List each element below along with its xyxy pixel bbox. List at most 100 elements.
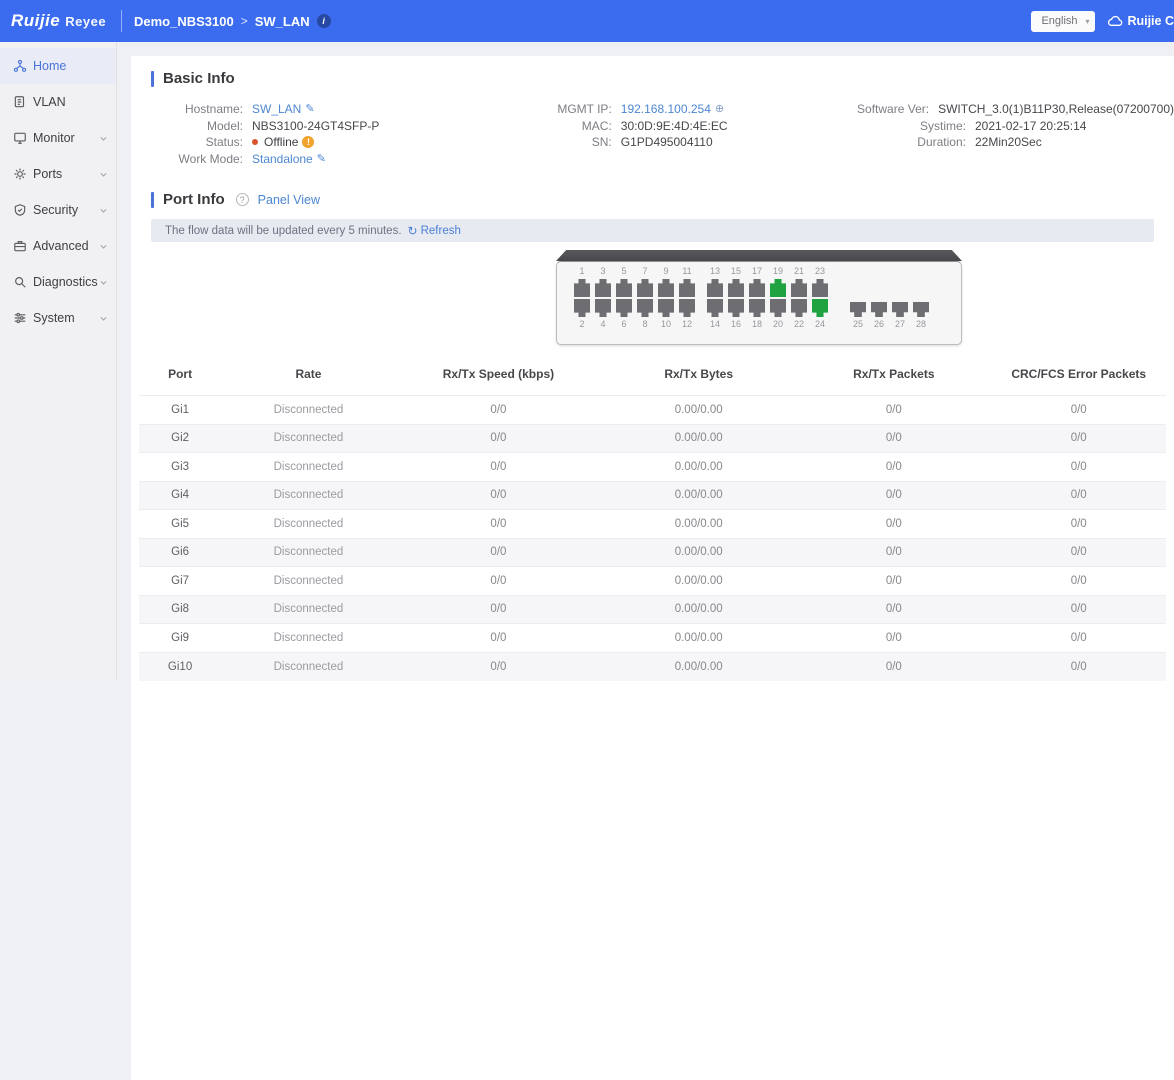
ruijie-cloud-link[interactable]: Ruijie C: [1107, 14, 1174, 28]
cell-port: Gi4: [139, 481, 221, 510]
advanced-briefcase-icon: [13, 239, 27, 253]
cell-port: Gi10: [139, 652, 221, 681]
panel-port-28[interactable]: [913, 302, 929, 317]
info-value: Offline: [264, 134, 298, 151]
cell-speed: 0/0: [396, 624, 601, 653]
sidebar-item-home[interactable]: Home: [0, 48, 116, 84]
panel-port-16[interactable]: [728, 299, 744, 317]
language-select[interactable]: English ▾: [1031, 11, 1095, 32]
refresh-link[interactable]: ↻ Refresh: [408, 224, 461, 238]
info-field: Work Mode: Standalone✎: [151, 151, 510, 168]
panel-port-3[interactable]: [595, 279, 611, 297]
sidebar-item-advanced[interactable]: Advanced: [0, 228, 116, 264]
info-value: 2021-02-17 20:25:14: [975, 118, 1086, 135]
panel-port-6[interactable]: [616, 299, 632, 317]
panel-port-10[interactable]: [658, 299, 674, 317]
port-number: 20: [773, 319, 783, 330]
panel-port-12[interactable]: [679, 299, 695, 317]
panel-port-25[interactable]: [850, 302, 866, 317]
cell-crc: 0/0: [991, 424, 1166, 453]
panel-port-2[interactable]: [574, 299, 590, 317]
breadcrumb-device[interactable]: SW_LAN: [255, 14, 310, 29]
table-row: Gi10Disconnected0/00.00/0.000/00/0: [139, 652, 1166, 681]
panel-port-22[interactable]: [791, 299, 807, 317]
table-row: Gi8Disconnected0/00.00/0.000/00/0: [139, 595, 1166, 624]
chevron-down-icon: ▾: [1085, 17, 1089, 26]
switch-panel-body: 123456789101112131415161718192021222324 …: [556, 261, 962, 345]
sidebar-item-label: System: [33, 311, 99, 325]
sidebar-item-label: Monitor: [33, 131, 99, 145]
cell-bytes: 0.00/0.00: [601, 652, 796, 681]
port-number: 11: [682, 266, 691, 277]
sidebar-item-ports[interactable]: Ports: [0, 156, 116, 192]
edit-icon[interactable]: ✎: [305, 101, 314, 118]
cell-crc: 0/0: [991, 624, 1166, 653]
panel-port-5[interactable]: [616, 279, 632, 297]
basic-info-title: Basic Info: [163, 70, 235, 87]
diagnostics-magnifier-icon: [13, 275, 27, 289]
cell-packets: 0/0: [796, 567, 991, 596]
info-value[interactable]: Standalone: [252, 151, 313, 168]
panel-port-15[interactable]: [728, 279, 744, 297]
info-label: Work Mode:: [151, 151, 243, 168]
panel-port-24[interactable]: [812, 299, 828, 317]
question-icon[interactable]: ?: [236, 193, 249, 206]
panel-view-link[interactable]: Panel View: [258, 193, 320, 207]
cell-packets: 0/0: [796, 595, 991, 624]
panel-port-8[interactable]: [637, 299, 653, 317]
panel-port-7[interactable]: [637, 279, 653, 297]
port-number: 18: [752, 319, 762, 330]
info-field: Systime:2021-02-17 20:25:14: [844, 118, 1174, 135]
cell-speed: 0/0: [396, 424, 601, 453]
chevron-down-icon: [99, 242, 108, 251]
edit-icon[interactable]: ✎: [317, 151, 326, 168]
switch-panel-top-edge: [556, 250, 962, 261]
panel-port-21[interactable]: [791, 279, 807, 297]
panel-port-4[interactable]: [595, 299, 611, 317]
info-value: G1PD495004110: [621, 134, 713, 151]
info-value[interactable]: SW_LAN: [252, 101, 301, 118]
panel-port-20[interactable]: [770, 299, 786, 317]
sidebar-item-diagnostics[interactable]: Diagnostics: [0, 264, 116, 300]
port-number: 8: [642, 319, 647, 330]
table-body: Gi1Disconnected0/00.00/0.000/00/0Gi2Disc…: [139, 396, 1166, 681]
info-icon[interactable]: i: [317, 14, 331, 28]
table-row: Gi5Disconnected0/00.00/0.000/00/0: [139, 510, 1166, 539]
cell-crc: 0/0: [991, 481, 1166, 510]
panel-port-9[interactable]: [658, 279, 674, 297]
sidebar-item-security[interactable]: Security: [0, 192, 116, 228]
panel-port-17[interactable]: [749, 279, 765, 297]
sidebar-item-monitor[interactable]: Monitor: [0, 120, 116, 156]
globe-icon[interactable]: ⊕: [715, 101, 724, 118]
panel-port-26[interactable]: [871, 302, 887, 317]
basic-info-header: Basic Info: [151, 70, 1174, 87]
port-number: 1: [579, 266, 584, 277]
column-header: Rx/Tx Bytes: [601, 361, 796, 396]
section-accent-bar: [151, 71, 154, 87]
panel-port-1[interactable]: [574, 279, 590, 297]
panel-port-13[interactable]: [707, 279, 723, 297]
panel-port-23[interactable]: [812, 279, 828, 297]
breadcrumb-device-group[interactable]: Demo_NBS3100: [134, 14, 234, 29]
basic-info-grid: Hostname:SW_LAN✎Model:NBS3100-24GT4SFP-P…: [151, 101, 1174, 167]
cell-rate: Disconnected: [221, 652, 396, 681]
panel-port-27[interactable]: [892, 302, 908, 317]
panel-port-14[interactable]: [707, 299, 723, 317]
sidebar-item-label: Ports: [33, 167, 99, 181]
cell-crc: 0/0: [991, 510, 1166, 539]
cell-port: Gi2: [139, 424, 221, 453]
warning-icon[interactable]: !: [302, 136, 314, 148]
cell-packets: 0/0: [796, 510, 991, 539]
sidebar-item-system[interactable]: System: [0, 300, 116, 336]
cell-crc: 0/0: [991, 396, 1166, 425]
sidebar-item-vlan[interactable]: VLAN: [0, 84, 116, 120]
content-card: Basic Info Hostname:SW_LAN✎Model:NBS3100…: [131, 56, 1174, 1080]
panel-port-11[interactable]: [679, 279, 695, 297]
port-number: 25: [853, 319, 863, 330]
panel-port-18[interactable]: [749, 299, 765, 317]
panel-port-19[interactable]: [770, 279, 786, 297]
cell-bytes: 0.00/0.00: [601, 424, 796, 453]
port-number: 14: [710, 319, 720, 330]
info-value[interactable]: 192.168.100.254: [621, 101, 711, 118]
logo-ruijie: Ruijie: [11, 11, 60, 31]
